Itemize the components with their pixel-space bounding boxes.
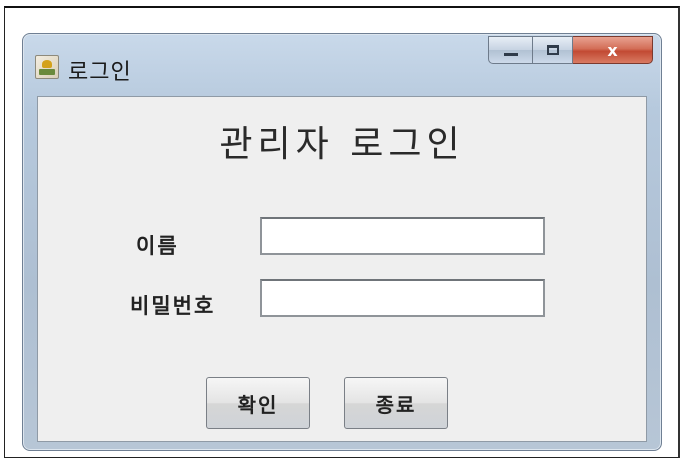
page-title: 관리자 로그인 — [219, 124, 465, 165]
confirm-button[interactable]: 확인 — [206, 377, 310, 429]
name-label: 이름 — [136, 234, 179, 258]
password-input[interactable] — [260, 279, 545, 317]
client-area: 관리자 로그인 이름 비밀번호 확인 종료 — [37, 96, 647, 442]
login-window: 로그인 x 관리자 로그인 이름 비밀번호 확인 종료 — [22, 33, 662, 451]
maximize-button[interactable] — [533, 36, 573, 64]
java-app-icon — [35, 55, 59, 79]
close-button[interactable]: x — [573, 36, 653, 64]
exit-button[interactable]: 종료 — [344, 377, 448, 429]
minimize-button[interactable] — [488, 36, 533, 64]
close-icon: x — [607, 40, 618, 60]
caption-buttons: x — [488, 36, 653, 64]
name-input[interactable] — [260, 217, 545, 255]
minimize-icon — [503, 52, 518, 56]
password-label: 비밀번호 — [130, 294, 216, 318]
window-title: 로그인 — [68, 60, 132, 85]
title-bar[interactable]: 로그인 x — [23, 34, 661, 88]
maximize-icon — [546, 45, 559, 55]
